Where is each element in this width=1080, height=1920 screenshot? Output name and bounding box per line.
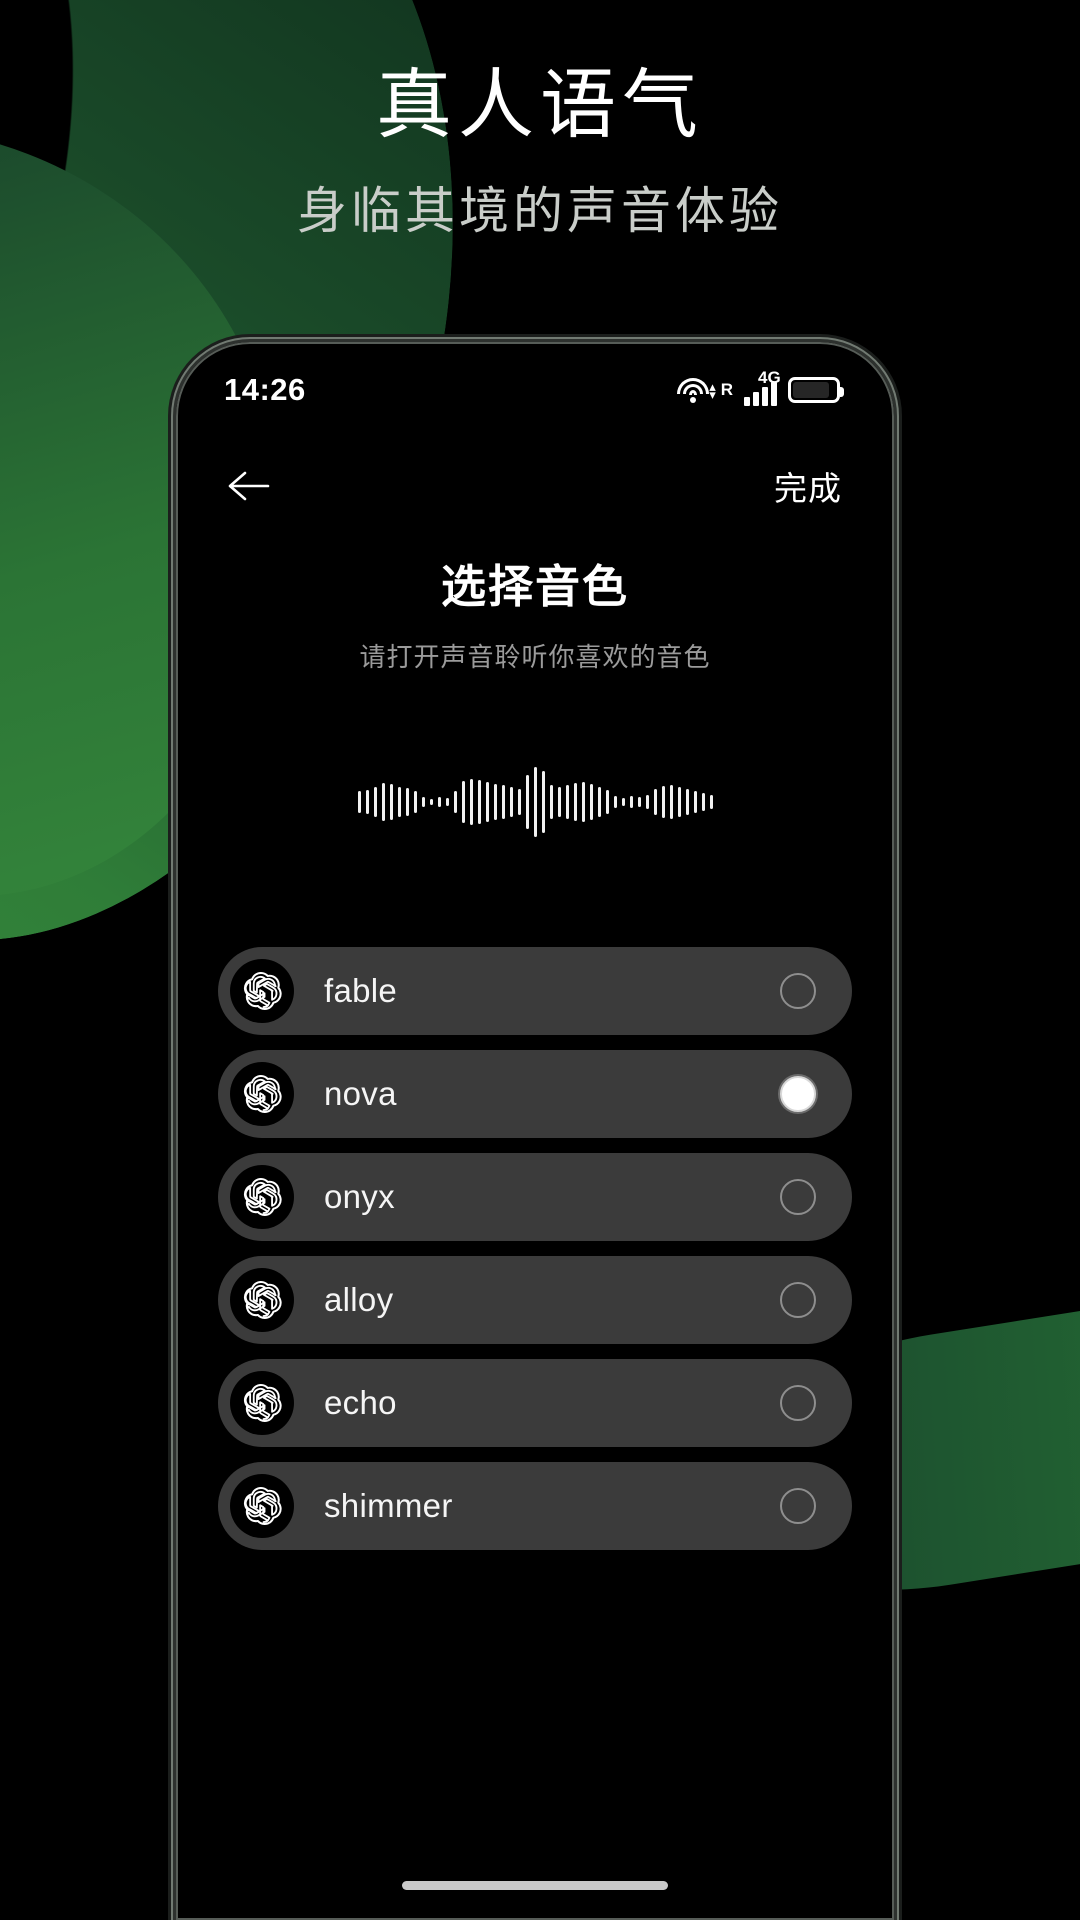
page-title: 选择音色 — [440, 561, 629, 612]
voice-radio-button[interactable] — [780, 1385, 816, 1421]
waveform-bar — [645, 795, 649, 809]
waveform-bar — [669, 785, 673, 819]
openai-logo-icon — [230, 1268, 294, 1332]
waveform-bar — [421, 797, 425, 807]
status-bar: 14:26 ▴ ▾ R 4G — [176, 342, 894, 438]
page-subtitle: 请打开声音聆听你喜欢的音色 — [359, 642, 711, 672]
openai-logo-icon — [243, 1177, 282, 1217]
waveform-bar — [445, 798, 449, 806]
waveform-bar — [701, 793, 705, 811]
home-indicator[interactable] — [402, 1881, 668, 1890]
waveform-bar — [365, 790, 369, 814]
voice-list: fable nova onyx alloy echo shimmer — [176, 947, 894, 1550]
openai-logo-icon — [230, 959, 294, 1023]
waveform-bar — [549, 785, 553, 819]
voice-option-shimmer[interactable]: shimmer — [218, 1462, 852, 1550]
openai-logo-icon — [230, 1371, 294, 1435]
waveform-bar — [381, 783, 385, 821]
waveform-bar — [493, 784, 497, 820]
waveform-bar — [373, 787, 377, 817]
marketing-headline: 真人语气 — [376, 63, 704, 148]
openai-logo-icon — [230, 1474, 294, 1538]
waveform-bar — [629, 796, 633, 808]
voice-name-label: echo — [324, 1384, 397, 1421]
back-button[interactable] — [220, 457, 278, 515]
voice-option-fable[interactable]: fable — [218, 947, 852, 1035]
battery-icon — [788, 377, 844, 403]
voice-radio-button[interactable] — [780, 1076, 816, 1112]
waveform-bar — [597, 787, 601, 817]
waveform-bar — [637, 797, 641, 807]
marketing-subheadline: 身临其境的声音体验 — [297, 183, 783, 240]
waveform-bar — [565, 785, 569, 819]
waveform-bar — [685, 789, 689, 815]
waveform-bar — [501, 785, 505, 819]
voice-option-alloy[interactable]: alloy — [218, 1256, 852, 1344]
network-type-label: 4G — [758, 368, 781, 387]
waveform-bar — [413, 791, 417, 813]
voice-radio-button[interactable] — [780, 1488, 816, 1524]
promo-screenshot: 真人语气 身临其境的声音体验 14:26 ▴ ▾ R 4G 完成 选择音色 请打… — [0, 0, 1080, 1920]
waveform-bar — [581, 782, 585, 822]
waveform-bar — [357, 791, 361, 813]
waveform-bar — [693, 791, 697, 813]
waveform-bar — [533, 767, 537, 837]
waveform-bar — [541, 771, 545, 833]
voice-option-onyx[interactable]: onyx — [218, 1153, 852, 1241]
waveform-bar — [389, 784, 393, 820]
voice-name-label: shimmer — [324, 1487, 453, 1524]
voice-name-label: onyx — [324, 1178, 395, 1215]
waveform-bar — [429, 799, 433, 805]
waveform-bar — [397, 787, 401, 817]
cellular-signal-icon: 4G — [744, 368, 781, 406]
waveform-bar — [661, 786, 665, 818]
arrow-left-icon — [228, 471, 270, 501]
waveform-bar — [653, 789, 657, 815]
voice-radio-button[interactable] — [780, 973, 816, 1009]
waveform-bar — [477, 780, 481, 824]
page-heading: 选择音色 请打开声音聆听你喜欢的音色 — [176, 550, 894, 674]
waveform-bar — [509, 787, 513, 817]
voice-name-label: nova — [324, 1075, 397, 1112]
status-icons: ▴ ▾ R 4G — [676, 368, 844, 406]
waveform-bar — [677, 787, 681, 817]
openai-logo-icon — [243, 1486, 282, 1526]
waveform-bar — [573, 783, 577, 821]
openai-logo-icon — [243, 971, 282, 1011]
status-time: 14:26 — [224, 372, 306, 407]
waveform-bar — [557, 787, 561, 817]
done-button[interactable]: 完成 — [774, 462, 842, 510]
waveform-bar — [605, 790, 609, 814]
openai-logo-icon — [230, 1062, 294, 1126]
waveform-bar — [709, 795, 713, 809]
waveform-bar — [461, 781, 465, 823]
marketing-copy: 真人语气 身临其境的声音体验 — [0, 62, 1080, 243]
openai-logo-icon — [243, 1074, 282, 1114]
waveform-bar — [525, 775, 529, 829]
waveform-bar — [453, 791, 457, 813]
waveform-bar — [469, 779, 473, 825]
openai-logo-icon — [243, 1280, 282, 1320]
voice-radio-button[interactable] — [780, 1282, 816, 1318]
phone-mockup: 14:26 ▴ ▾ R 4G 完成 选择音色 请打开声音聆听你喜欢的音色 fab… — [176, 342, 894, 1920]
waveform-bar — [517, 789, 521, 815]
voice-name-label: fable — [324, 972, 398, 1009]
waveform-bar — [589, 784, 593, 820]
audio-waveform — [176, 737, 894, 867]
voice-option-nova[interactable]: nova — [218, 1050, 852, 1138]
roaming-indicator: R — [720, 380, 733, 399]
openai-logo-icon — [230, 1165, 294, 1229]
voice-radio-button[interactable] — [780, 1179, 816, 1215]
navigation-bar: 完成 — [176, 438, 894, 534]
waveform-bar — [613, 796, 617, 808]
wifi-icon: ▴ ▾ — [676, 377, 716, 403]
waveform-bar — [405, 788, 409, 816]
voice-name-label: alloy — [324, 1281, 394, 1318]
waveform-bar — [437, 797, 441, 807]
waveform-bar — [485, 782, 489, 822]
openai-logo-icon — [243, 1383, 282, 1423]
voice-option-echo[interactable]: echo — [218, 1359, 852, 1447]
waveform-bar — [621, 798, 625, 806]
